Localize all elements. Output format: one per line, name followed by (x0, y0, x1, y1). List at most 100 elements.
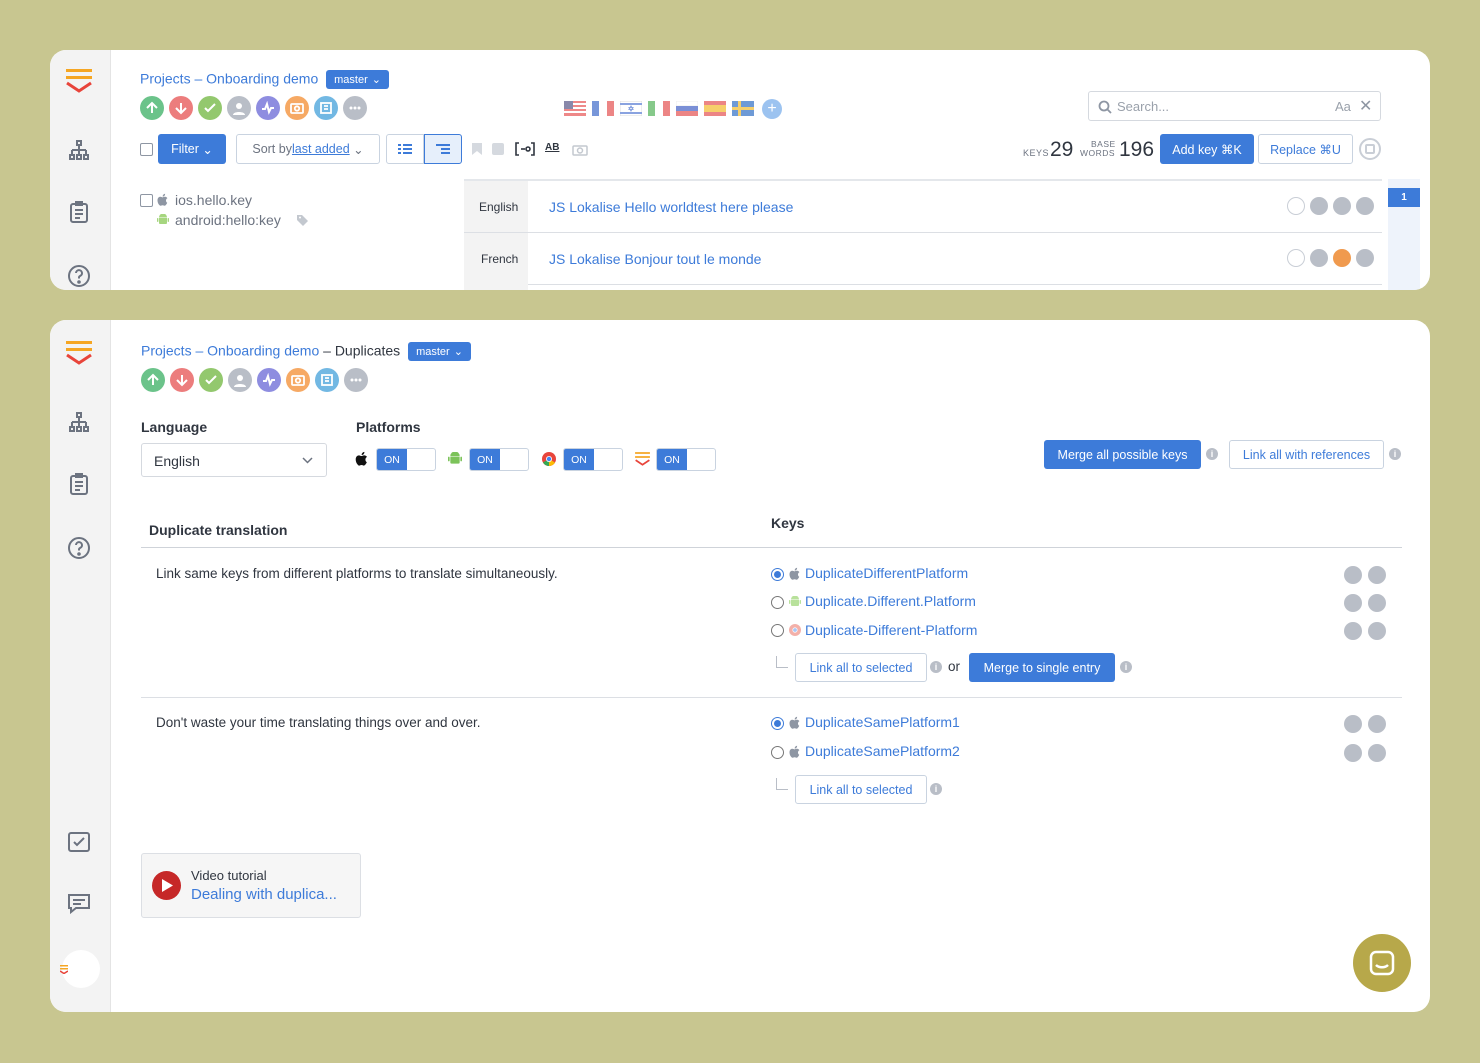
info-icon[interactable]: i (930, 661, 942, 673)
replace-button[interactable]: Replace ⌘U (1258, 134, 1353, 164)
key-radio-selected[interactable] (771, 717, 784, 730)
avatar[interactable] (60, 950, 100, 988)
breadcrumb-project[interactable]: Onboarding demo (207, 343, 319, 359)
delete-icon[interactable] (1368, 594, 1386, 612)
add-language-icon[interactable]: + (762, 99, 782, 119)
unlink-icon[interactable] (1344, 566, 1362, 584)
view-tree-button[interactable] (424, 134, 462, 164)
check-icon[interactable] (198, 96, 222, 120)
screenshots-icon[interactable] (285, 96, 309, 120)
video-link[interactable]: Dealing with duplica... (191, 886, 337, 903)
flag-ru-icon[interactable] (675, 100, 699, 116)
check-icon[interactable] (199, 368, 223, 392)
ios-platform-toggle[interactable]: ON (376, 448, 436, 471)
translation-memory-icon[interactable] (1333, 249, 1351, 267)
comments-icon[interactable] (1310, 197, 1328, 215)
comments-icon[interactable] (1310, 249, 1328, 267)
bookmark-icon[interactable] (472, 143, 482, 155)
filter-button[interactable]: Filter ⌄ (158, 134, 226, 164)
breadcrumb-projects[interactable]: Projects (140, 71, 191, 87)
more-icon[interactable] (344, 368, 368, 392)
merge-all-keys-button[interactable]: Merge all possible keys (1044, 440, 1201, 469)
web-platform-toggle[interactable]: ON (563, 448, 623, 471)
chat-launcher-button[interactable] (1353, 934, 1411, 992)
android-platform-toggle[interactable]: ON (469, 448, 529, 471)
placeholder-icon[interactable] (515, 142, 535, 156)
upload-icon[interactable] (141, 368, 165, 392)
download-icon[interactable] (170, 368, 194, 392)
glossary-icon[interactable] (314, 96, 338, 120)
flag-il-icon[interactable] (619, 100, 643, 117)
delete-icon[interactable] (1368, 566, 1386, 584)
sort-dropdown[interactable]: Sort by last added ⌄ (236, 134, 380, 164)
add-key-button[interactable]: Add key ⌘K (1160, 134, 1254, 164)
search-input[interactable]: Search... (1117, 99, 1169, 114)
lokalise-logo-icon[interactable] (66, 68, 92, 94)
activity-icon[interactable] (256, 96, 280, 120)
flag-it-icon[interactable] (648, 101, 670, 116)
language-select[interactable]: English (141, 443, 327, 477)
clipboard-icon[interactable] (66, 199, 92, 225)
clipboard-icon[interactable] (66, 471, 92, 497)
flag-se-icon[interactable] (732, 101, 754, 116)
other-platform-toggle[interactable]: ON (656, 448, 716, 471)
key-link[interactable]: DuplicateSamePlatform1 (805, 714, 960, 730)
close-icon[interactable]: ✕ (1359, 96, 1372, 116)
tasks-icon[interactable] (66, 829, 92, 855)
ios-key-name[interactable]: ios.hello.key (175, 192, 252, 208)
link-all-to-selected-button[interactable]: Link all to selected (795, 653, 927, 682)
page-badge[interactable]: 1 (1388, 188, 1420, 207)
settings-icon[interactable] (1359, 138, 1381, 160)
unlink-icon[interactable] (1344, 744, 1362, 762)
unverified-icon[interactable] (1287, 197, 1305, 215)
unverified-icon[interactable] (1287, 249, 1305, 267)
key-link[interactable]: Duplicate-Different-Platform (805, 622, 977, 638)
glossary-icon[interactable] (315, 368, 339, 392)
branch-dropdown[interactable]: master ⌄ (408, 342, 471, 361)
flag-es-icon[interactable] (704, 101, 726, 116)
info-icon[interactable]: i (1120, 661, 1132, 673)
info-icon[interactable]: i (1206, 448, 1218, 460)
branch-dropdown[interactable]: master ⌄ (326, 70, 389, 89)
contributors-icon[interactable] (227, 96, 251, 120)
lokalise-logo-icon[interactable] (66, 340, 92, 366)
flag-fr-icon[interactable] (592, 101, 614, 116)
help-icon[interactable] (66, 263, 92, 289)
activity-icon[interactable] (257, 368, 281, 392)
screenshots-icon[interactable] (286, 368, 310, 392)
messages-icon[interactable] (66, 891, 92, 917)
key-link[interactable]: Duplicate.Different.Platform (805, 593, 976, 609)
breadcrumb-projects[interactable]: Projects (141, 343, 192, 359)
translation-english[interactable]: JS Lokalise Hello worldtest here please (549, 199, 793, 215)
unlink-icon[interactable] (1344, 622, 1362, 640)
download-icon[interactable] (169, 96, 193, 120)
view-list-button[interactable] (386, 134, 424, 164)
translation-french[interactable]: JS Lokalise Bonjour tout le monde (549, 251, 761, 267)
info-icon[interactable]: i (1389, 448, 1401, 460)
delete-icon[interactable] (1368, 744, 1386, 762)
android-key-name[interactable]: android:hello:key (175, 212, 281, 228)
hierarchy-icon[interactable] (66, 137, 92, 163)
screenshot-filter-icon[interactable] (492, 143, 504, 155)
key-radio-selected[interactable] (771, 568, 784, 581)
key-checkbox[interactable] (140, 194, 153, 207)
match-case-toggle[interactable]: Aa (1335, 99, 1351, 114)
help-icon[interactable] (66, 535, 92, 561)
delete-icon[interactable] (1368, 715, 1386, 733)
key-link[interactable]: DuplicateSamePlatform2 (805, 743, 960, 759)
contributors-icon[interactable] (228, 368, 252, 392)
tag-icon[interactable] (297, 214, 309, 226)
more-icon[interactable] (343, 96, 367, 120)
upload-icon[interactable] (140, 96, 164, 120)
breadcrumb-project[interactable]: Onboarding demo (206, 71, 318, 87)
history-icon[interactable] (1356, 249, 1374, 267)
select-all-checkbox[interactable] (140, 143, 153, 156)
info-icon[interactable]: i (930, 783, 942, 795)
hierarchy-icon[interactable] (66, 409, 92, 435)
delete-icon[interactable] (1368, 622, 1386, 640)
unlink-icon[interactable] (1344, 715, 1362, 733)
history-icon[interactable] (1356, 197, 1374, 215)
key-radio[interactable] (771, 624, 784, 637)
key-link[interactable]: DuplicateDifferentPlatform (805, 565, 968, 581)
key-radio[interactable] (771, 596, 784, 609)
